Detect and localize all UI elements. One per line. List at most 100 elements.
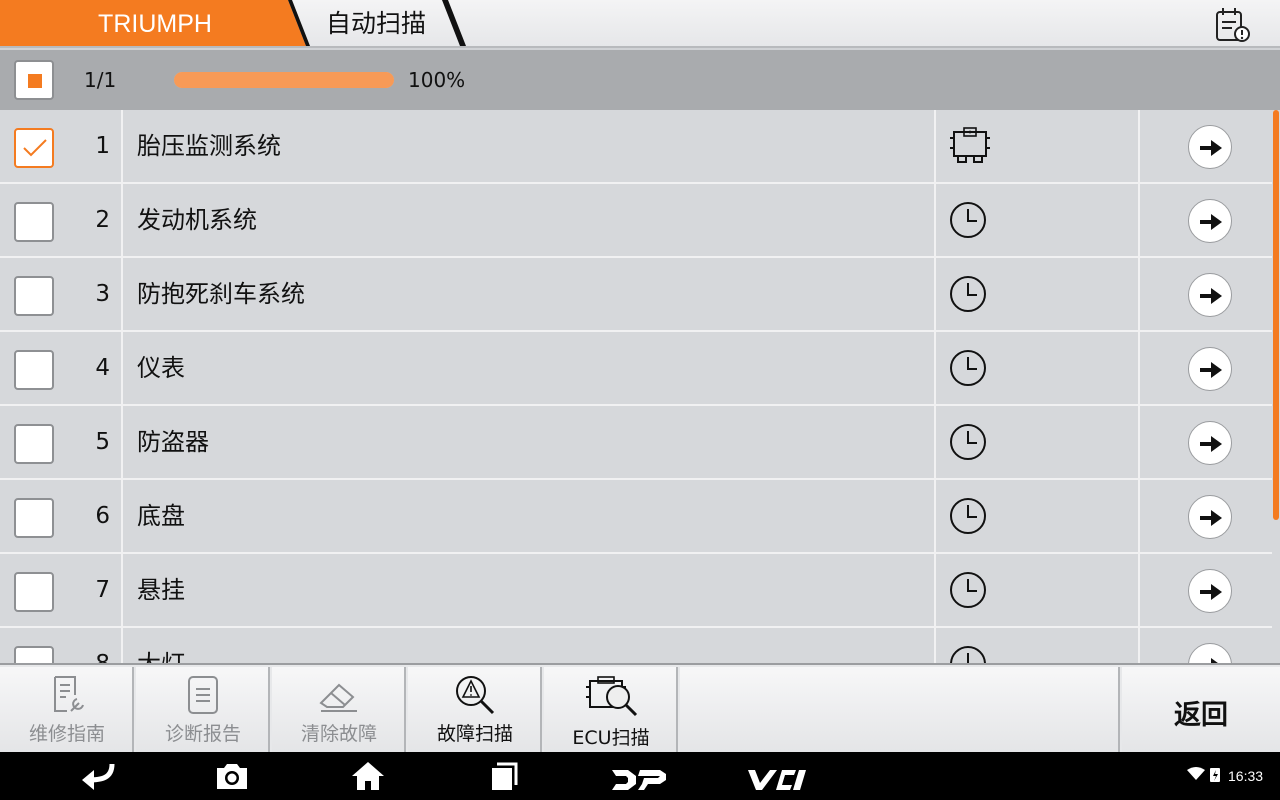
row-number: 4 bbox=[95, 355, 110, 381]
enter-system-button[interactable] bbox=[1188, 495, 1232, 539]
vci-logo-icon[interactable] bbox=[746, 764, 808, 796]
row-checkbox[interactable] bbox=[14, 128, 54, 168]
system-name: 防抱死刹车系统 bbox=[137, 280, 305, 308]
back-label: 返回 bbox=[1174, 700, 1228, 731]
row-checkbox[interactable] bbox=[14, 572, 54, 612]
table-row[interactable]: 3 防抱死刹车系统 bbox=[0, 258, 1272, 332]
enter-system-button[interactable] bbox=[1188, 273, 1232, 317]
enter-system-button[interactable] bbox=[1188, 421, 1232, 465]
clock-icon bbox=[948, 348, 992, 388]
row-checkbox[interactable] bbox=[14, 202, 54, 242]
dtc-scan-label: 故障扫描 bbox=[436, 723, 513, 745]
ecu-scan-label: ECU扫描 bbox=[572, 727, 650, 749]
dp-logo-icon[interactable] bbox=[610, 764, 670, 796]
page-count: 1/1 bbox=[84, 68, 117, 92]
row-number: 8 bbox=[72, 628, 122, 663]
enter-system-button[interactable] bbox=[1188, 199, 1232, 243]
column-divider bbox=[121, 628, 123, 663]
home-icon[interactable] bbox=[350, 760, 386, 792]
scrollbar[interactable] bbox=[1272, 110, 1280, 663]
table-row[interactable]: 8 大灯 bbox=[0, 628, 1272, 663]
enter-system-button[interactable] bbox=[1188, 569, 1232, 613]
back-arrow-icon[interactable] bbox=[78, 760, 118, 792]
progress-bar bbox=[174, 72, 394, 88]
stop-scan-button[interactable] bbox=[14, 60, 54, 100]
row-number: 5 bbox=[95, 429, 110, 455]
eraser-icon bbox=[319, 683, 357, 712]
status-bar: 16:33 bbox=[1186, 766, 1263, 786]
column-divider bbox=[121, 184, 123, 258]
breadcrumb-brand[interactable]: TRIUMPH bbox=[0, 0, 312, 48]
enter-system-button[interactable] bbox=[1188, 125, 1232, 169]
clock-icon bbox=[948, 422, 992, 462]
column-divider bbox=[1138, 184, 1140, 258]
breadcrumb-current: 自动扫描 bbox=[326, 9, 427, 38]
system-name: 底盘 bbox=[137, 502, 185, 530]
column-divider bbox=[121, 332, 123, 406]
column-divider bbox=[1138, 258, 1140, 332]
bottom-toolbar: 维修指南 诊断报告 清除故障 故障扫描 ECU扫描 返回 bbox=[0, 663, 1280, 752]
warning-search-icon bbox=[456, 676, 495, 715]
row-checkbox[interactable] bbox=[14, 276, 54, 316]
wifi-battery-icon bbox=[1187, 767, 1220, 782]
column-divider bbox=[934, 628, 936, 663]
column-divider bbox=[1138, 406, 1140, 480]
row-select-cell[interactable] bbox=[0, 406, 72, 478]
row-select-cell[interactable] bbox=[0, 480, 72, 552]
table-row[interactable]: 6 底盘 bbox=[0, 480, 1272, 554]
column-divider bbox=[934, 184, 936, 258]
column-divider bbox=[121, 406, 123, 480]
column-divider bbox=[1138, 480, 1140, 554]
row-checkbox[interactable] bbox=[14, 424, 54, 464]
clock-icon bbox=[948, 644, 992, 663]
row-checkbox[interactable] bbox=[14, 350, 54, 390]
table-row[interactable]: 5 防盗器 bbox=[0, 406, 1272, 480]
column-divider bbox=[934, 258, 936, 332]
stop-icon bbox=[28, 74, 42, 88]
dtc-scan-button[interactable]: 故障扫描 bbox=[408, 667, 542, 752]
column-divider bbox=[121, 110, 123, 184]
row-checkbox[interactable] bbox=[14, 646, 54, 663]
system-name: 发动机系统 bbox=[137, 206, 257, 234]
row-number: 2 bbox=[95, 207, 110, 233]
repair-guide-button[interactable]: 维修指南 bbox=[0, 667, 134, 752]
table-row[interactable]: 2 发动机系统 bbox=[0, 184, 1272, 258]
ecu-search-icon bbox=[586, 676, 638, 717]
row-number: 7 bbox=[95, 577, 110, 603]
column-divider bbox=[1138, 554, 1140, 628]
table-row[interactable]: 4 仪表 bbox=[0, 332, 1272, 406]
report-alert-icon[interactable] bbox=[1212, 6, 1252, 44]
scroll-thumb[interactable] bbox=[1273, 110, 1279, 520]
system-name: 防盗器 bbox=[137, 428, 209, 456]
clear-dtc-label: 清除故障 bbox=[300, 723, 377, 745]
row-select-cell[interactable] bbox=[0, 258, 72, 330]
table-row[interactable]: 1 胎压监测系统 bbox=[0, 110, 1272, 184]
back-button[interactable]: 返回 bbox=[1122, 667, 1280, 752]
android-nav-bar bbox=[0, 752, 1280, 800]
row-checkbox[interactable] bbox=[14, 498, 54, 538]
column-divider bbox=[934, 110, 936, 184]
repair-guide-icon bbox=[54, 676, 84, 712]
progress-fill bbox=[174, 72, 394, 88]
column-divider bbox=[1138, 110, 1140, 184]
clock-icon bbox=[948, 274, 992, 314]
system-name: 胎压监测系统 bbox=[137, 132, 281, 160]
row-select-cell[interactable] bbox=[0, 554, 72, 626]
row-select-cell[interactable] bbox=[0, 628, 72, 663]
clear-dtc-button[interactable]: 清除故障 bbox=[272, 667, 406, 752]
system-name: 大灯 bbox=[137, 628, 185, 663]
diagnostic-report-button[interactable]: 诊断报告 bbox=[136, 667, 270, 752]
ecu-scan-button[interactable]: ECU扫描 bbox=[544, 667, 678, 752]
column-divider bbox=[934, 554, 936, 628]
row-select-cell[interactable] bbox=[0, 184, 72, 256]
recent-apps-icon[interactable] bbox=[488, 760, 520, 792]
toolbar-spacer bbox=[680, 667, 1120, 752]
camera-icon[interactable] bbox=[214, 760, 250, 792]
progress-percent: 100% bbox=[408, 68, 466, 92]
row-select-cell[interactable] bbox=[0, 332, 72, 404]
row-select-cell[interactable] bbox=[0, 110, 72, 182]
enter-system-button[interactable] bbox=[1188, 643, 1232, 663]
enter-system-button[interactable] bbox=[1188, 347, 1232, 391]
column-divider bbox=[121, 554, 123, 628]
table-row[interactable]: 7 悬挂 bbox=[0, 554, 1272, 628]
